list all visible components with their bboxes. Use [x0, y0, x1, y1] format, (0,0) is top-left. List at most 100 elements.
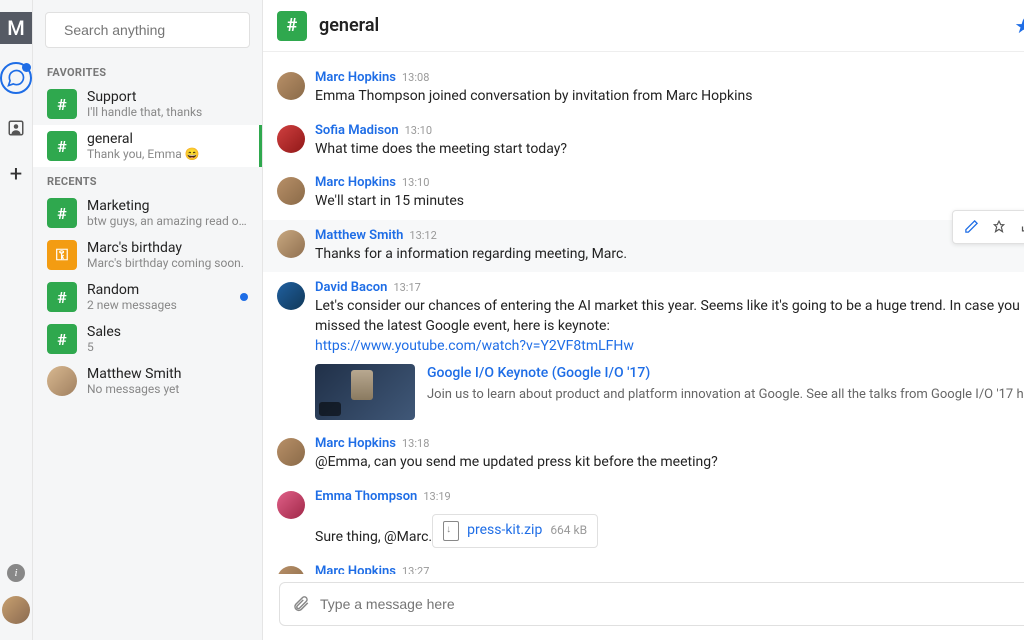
message-list: Marc Hopkins13:08Emma Thompson joined co…	[263, 52, 1024, 574]
channel-item-rec-0[interactable]: # Marketingbtw guys, an amazing read on …	[33, 192, 262, 234]
contacts-tab[interactable]	[0, 112, 32, 144]
sidebar: FAVORITES #SupportI'll handle that, than…	[33, 0, 263, 640]
message-author[interactable]: Marc Hopkins	[315, 175, 396, 190]
message-time: 13:27	[402, 565, 429, 574]
message-text: What time does the meeting start today?	[315, 140, 1024, 160]
message-row: Marc Hopkins13:08Emma Thompson joined co…	[277, 62, 1024, 115]
channel-item-rec-1[interactable]: ⚿ Marc's birthdayMarc's birthday coming s…	[33, 234, 262, 276]
message-author[interactable]: Sofia Madison	[315, 123, 399, 138]
channel-name: general	[87, 131, 248, 147]
hash-icon: #	[47, 89, 77, 119]
message-text: Thanks for a information regarding meeti…	[315, 245, 1024, 265]
info-icon[interactable]: i	[7, 564, 25, 582]
message-time: 13:19	[423, 490, 450, 503]
embed-description: Join us to learn about product and platf…	[427, 386, 1024, 404]
message-row: Sofia Madison 13:10 What time does the mee…	[277, 115, 1024, 168]
hash-icon: #	[47, 198, 77, 228]
message-avatar	[277, 72, 305, 100]
channel-title: general	[319, 15, 379, 36]
nav-rail: M + i	[0, 0, 33, 640]
message-author[interactable]: Emma Thompson	[315, 489, 417, 504]
message-text: Sure thing, @Marc.press-kit.zip664 kB	[315, 506, 1024, 548]
avatar-icon	[47, 366, 77, 396]
channel-preview: 2 new messages	[87, 298, 248, 312]
channel-item-fav-0[interactable]: # SupportI'll handle that, thanks	[33, 83, 262, 125]
message-row: Emma Thompson13:19Sure thing, @Marc.pres…	[277, 481, 1024, 556]
message-avatar	[277, 438, 305, 466]
composer-input[interactable]	[320, 596, 1015, 612]
channel-preview: 5	[87, 340, 248, 354]
unread-indicator	[240, 293, 248, 301]
channel-item-fav-1[interactable]: # generalThank you, Emma 😄	[33, 125, 262, 167]
message-avatar	[277, 282, 305, 310]
message-avatar	[277, 177, 305, 205]
channel-name: Marketing	[87, 198, 248, 214]
embed-title: Google I/O Keynote (Google I/O '17)	[427, 364, 1024, 384]
edit-icon[interactable]	[957, 215, 985, 239]
message-avatar	[277, 125, 305, 153]
link-embed[interactable]: Google I/O Keynote (Google I/O '17) Join …	[315, 364, 1024, 420]
message-row: Marc Hopkins 13:10 We'll start in 15 minut…	[277, 167, 1024, 220]
channel-preview: Thank you, Emma 😄	[87, 147, 248, 161]
message-row: Marc Hopkins13:27Thank you, Emma 😄	[277, 556, 1024, 574]
channel-name: Sales	[87, 324, 248, 340]
hash-icon: #	[47, 131, 77, 161]
app-logo: M	[0, 12, 32, 44]
message-composer[interactable]	[279, 582, 1024, 626]
channel-preview: Marc's birthday coming soon.	[87, 256, 248, 270]
channel-preview: btw guys, an amazing read on …	[87, 214, 248, 228]
channel-name: Support	[87, 89, 248, 105]
channel-preview: No messages yet	[87, 382, 248, 396]
channel-name: Random	[87, 282, 248, 298]
chat-tab[interactable]	[0, 62, 32, 94]
message-avatar	[277, 566, 305, 574]
channel-name: Matthew Smith	[87, 366, 248, 382]
message-author[interactable]: Marc Hopkins	[315, 436, 396, 451]
search-input[interactable]	[45, 12, 250, 48]
star-icon[interactable]: ★	[1014, 14, 1024, 38]
message-avatar	[277, 491, 305, 519]
channel-item-rec-2[interactable]: # Random2 new messages	[33, 276, 262, 318]
main-panel: # general ★ Marc Hopkins 13:08 Emma Thomps…	[263, 0, 1024, 640]
hash-icon: #	[47, 324, 77, 354]
unread-dot-icon	[22, 63, 31, 72]
message-time: 13:10	[402, 176, 429, 189]
message-author[interactable]: Marc Hopkins	[315, 564, 396, 574]
channel-hash-icon: #	[277, 11, 307, 41]
channel-name: Marc's birthday	[87, 240, 248, 256]
message-text: We'll start in 15 minutes	[315, 192, 1024, 212]
file-name: press-kit.zip	[467, 521, 542, 541]
message-time: 13:10	[405, 124, 432, 137]
pin-icon[interactable]	[985, 215, 1013, 239]
message-link[interactable]: https://www.youtube.com/watch?v=Y2VF8tmL…	[315, 338, 634, 354]
hash-icon: #	[47, 282, 77, 312]
embed-thumbnail	[315, 364, 415, 420]
current-user-avatar[interactable]	[2, 596, 30, 624]
message-time: 13:17	[393, 281, 420, 294]
message-author[interactable]: Marc Hopkins	[315, 70, 396, 85]
message-time: 13:08	[402, 71, 429, 84]
file-attachment[interactable]: press-kit.zip 664 kB	[432, 514, 598, 548]
message-author[interactable]: Matthew Smith	[315, 228, 403, 243]
message-time: 13:12	[409, 229, 436, 242]
file-size: 664 kB	[550, 522, 587, 539]
message-text: @Emma, can you send me updated press kit…	[315, 453, 1024, 473]
message-actions	[952, 210, 1024, 244]
message-text: Let's consider our chances of entering t…	[315, 297, 1024, 420]
share-icon[interactable]	[1013, 215, 1024, 239]
message-row: Matthew Smith 13:12 Thanks for a informati…	[263, 220, 1024, 273]
channel-item-rec-4[interactable]: Matthew SmithNo messages yet	[33, 360, 262, 402]
attach-icon[interactable]	[292, 595, 310, 613]
add-button[interactable]: +	[10, 162, 22, 187]
channel-preview: I'll handle that, thanks	[87, 105, 248, 119]
message-time: 13:18	[402, 437, 429, 450]
message-author[interactable]: David Bacon	[315, 280, 387, 295]
message-row: David Bacon 13:17 Let's consider our chanc…	[277, 272, 1024, 428]
key-icon: ⚿	[47, 240, 77, 270]
search-field[interactable]	[64, 22, 245, 38]
channel-item-rec-3[interactable]: # Sales5	[33, 318, 262, 360]
file-icon	[443, 521, 459, 541]
recents-header: RECENTS	[33, 167, 262, 192]
channel-header: # general ★	[263, 0, 1024, 52]
message-row: Marc Hopkins 13:18 @Emma, can you send me …	[277, 428, 1024, 481]
